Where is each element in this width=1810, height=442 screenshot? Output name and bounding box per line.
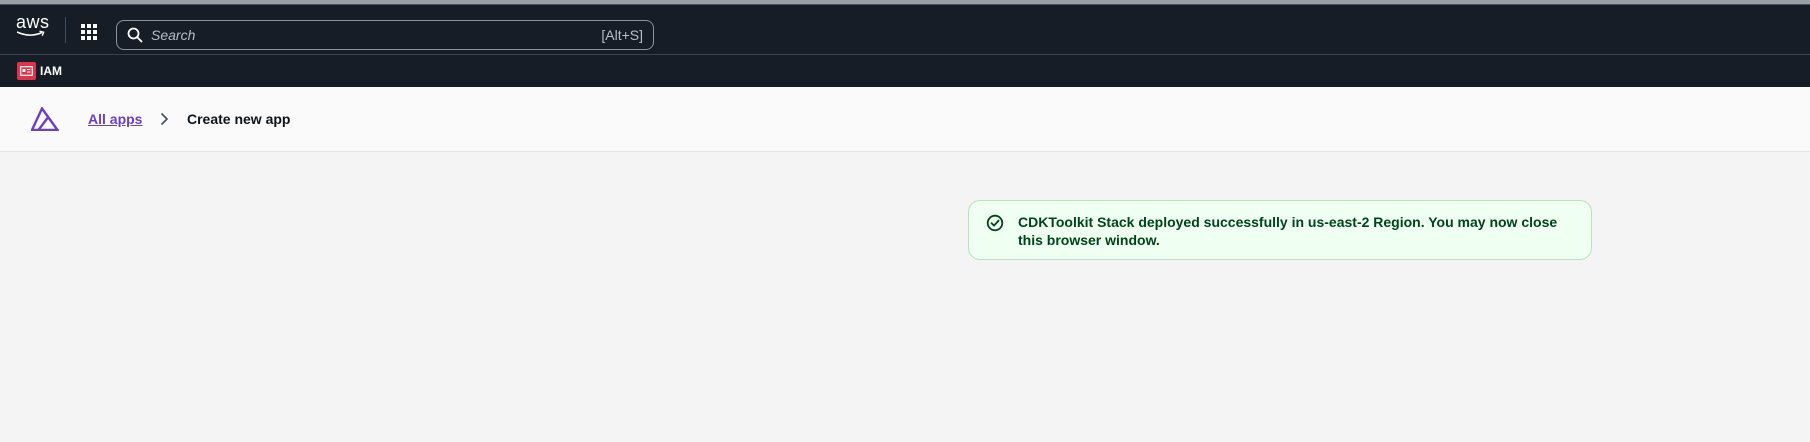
aws-logo[interactable]: aws (16, 13, 50, 43)
aws-logo-text: aws (16, 12, 50, 32)
chevron-right-icon (160, 112, 169, 126)
favorite-service-iam[interactable]: IAM (17, 62, 62, 80)
success-flash-message: CDKToolkit Stack deployed successfully i… (968, 200, 1592, 260)
search-icon (127, 27, 143, 43)
search-box[interactable]: [Alt+S] (116, 20, 654, 50)
breadcrumb: All apps Create new app (0, 87, 1810, 152)
success-check-icon (986, 214, 1004, 232)
search-input[interactable] (151, 27, 602, 43)
topbar-divider (65, 17, 66, 43)
apps-grid-icon[interactable] (81, 24, 97, 40)
favorite-service-label: IAM (40, 64, 62, 78)
iam-service-icon (17, 62, 36, 80)
service-favorites-bar: IAM (0, 54, 1810, 87)
flash-message-text: CDKToolkit Stack deployed successfully i… (1018, 214, 1558, 248)
amplify-logo-icon[interactable] (31, 107, 59, 131)
aws-top-nav: aws [Alt+S] (0, 5, 1810, 54)
search-shortcut-hint: [Alt+S] (601, 27, 643, 43)
breadcrumb-all-apps-link[interactable]: All apps (88, 111, 142, 127)
breadcrumb-current-page: Create new app (187, 111, 291, 127)
main-content: CDKToolkit Stack deployed successfully i… (0, 152, 1810, 441)
